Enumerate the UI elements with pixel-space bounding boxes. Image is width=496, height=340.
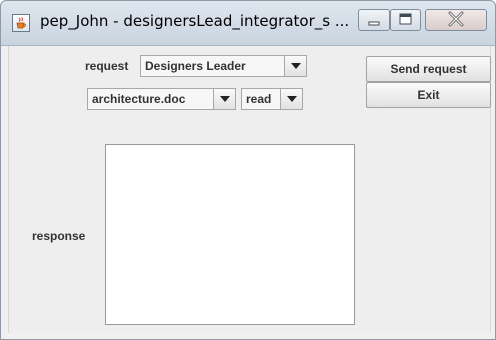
- close-button[interactable]: [425, 9, 487, 31]
- app-window: pep_John - designersLead_integrator_s ..…: [0, 0, 496, 340]
- document-select-value: architecture.doc: [92, 92, 186, 106]
- chevron-down-icon[interactable]: [280, 89, 302, 109]
- content-pane: request Designers Leader architecture.do…: [8, 46, 491, 333]
- close-icon: [448, 11, 464, 27]
- chevron-down-icon[interactable]: [284, 56, 306, 76]
- request-select-value: Designers Leader: [145, 59, 246, 73]
- send-request-button[interactable]: Send request: [366, 56, 491, 82]
- response-textarea[interactable]: [105, 144, 355, 325]
- minimize-button[interactable]: [358, 9, 390, 31]
- title-bar[interactable]: pep_John - designersLead_integrator_s ..…: [1, 1, 495, 46]
- window-title: pep_John - designersLead_integrator_s ..…: [40, 12, 350, 30]
- operation-select[interactable]: read: [241, 88, 303, 110]
- java-cup-icon: [12, 14, 30, 32]
- minimize-icon: [368, 21, 380, 26]
- operation-select-value: read: [246, 92, 272, 106]
- request-label: request: [85, 59, 129, 73]
- chevron-down-icon[interactable]: [213, 89, 235, 109]
- exit-button[interactable]: Exit: [366, 82, 491, 108]
- document-select[interactable]: architecture.doc: [87, 88, 236, 110]
- maximize-icon: [399, 13, 412, 25]
- request-select[interactable]: Designers Leader: [140, 55, 307, 77]
- response-label: response: [32, 229, 86, 243]
- maximize-button[interactable]: [390, 9, 421, 31]
